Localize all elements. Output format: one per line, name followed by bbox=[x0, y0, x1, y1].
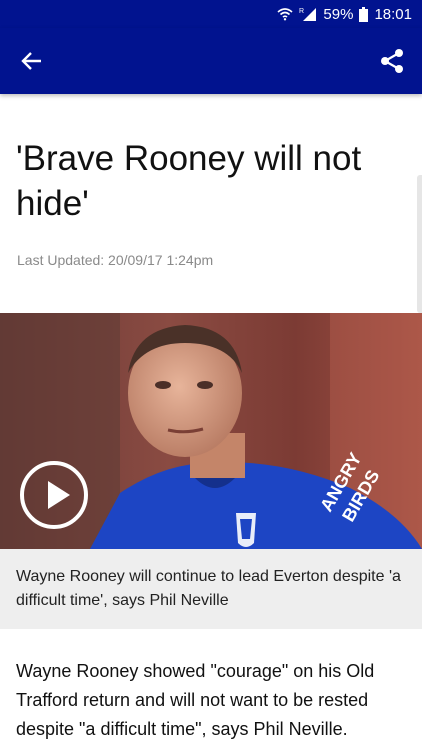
svg-text:R: R bbox=[299, 8, 304, 15]
article-body-paragraph: Wayne Rooney showed "courage" on his Old… bbox=[16, 661, 375, 739]
status-bar: R 59% 18:01 bbox=[0, 0, 422, 28]
image-caption: Wayne Rooney will continue to lead Evert… bbox=[16, 568, 401, 609]
signal-icon: R bbox=[299, 7, 317, 21]
wifi-icon bbox=[277, 7, 293, 21]
article-headline: 'Brave Rooney will not hide' bbox=[16, 139, 362, 223]
arrow-left-icon bbox=[21, 52, 41, 70]
image-caption-block: Wayne Rooney will continue to lead Evert… bbox=[0, 549, 422, 629]
battery-percent: 59% bbox=[323, 5, 354, 23]
share-button[interactable] bbox=[378, 47, 406, 75]
headline-block: 'Brave Rooney will not hide' Last Update… bbox=[0, 94, 422, 313]
share-icon bbox=[381, 49, 403, 73]
app-bar bbox=[0, 28, 422, 94]
hero-video[interactable]: ANGRY BIRDS bbox=[0, 313, 422, 549]
play-icon[interactable] bbox=[20, 461, 88, 529]
last-updated: Last Updated: 20/09/17 1:24pm bbox=[17, 252, 214, 268]
clock: 18:01 bbox=[374, 5, 412, 23]
scroll-handle[interactable] bbox=[417, 175, 422, 313]
battery-icon bbox=[359, 6, 369, 22]
back-button[interactable] bbox=[18, 47, 46, 75]
